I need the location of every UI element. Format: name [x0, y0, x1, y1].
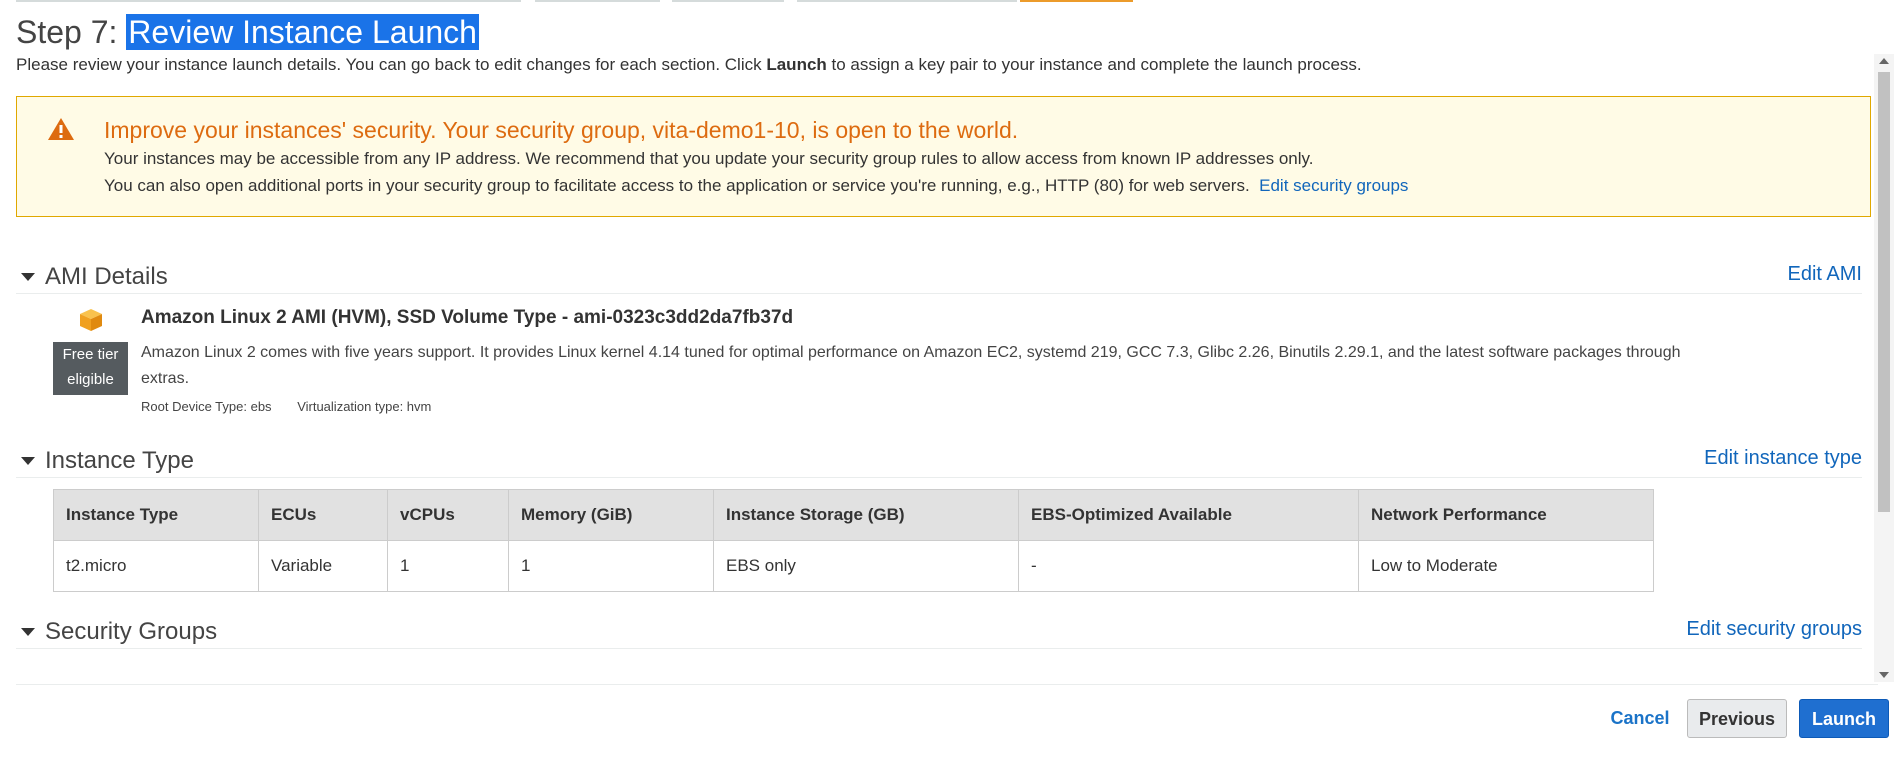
progress-segment	[535, 0, 660, 2]
column-header: Memory (GiB)	[508, 489, 714, 541]
progress-segment	[16, 0, 521, 2]
cube-icon	[78, 307, 104, 338]
page-description: Please review your instance launch detai…	[16, 55, 1362, 75]
table-cell: 1	[508, 540, 714, 592]
column-header: Instance Storage (GB)	[713, 489, 1019, 541]
table-cell: 1	[387, 540, 509, 592]
column-header: ECUs	[258, 489, 388, 541]
column-header: Network Performance	[1358, 489, 1654, 541]
ami-name: Amazon Linux 2 AMI (HVM), SSD Volume Typ…	[141, 307, 794, 328]
progress-segment	[797, 0, 1017, 2]
ami-details-section-header[interactable]: AMI Details Edit AMI	[16, 263, 1862, 294]
ami-metadata: Root Device Type: ebs Virtualization typ…	[141, 399, 453, 414]
edit-ami-link[interactable]: Edit AMI	[1788, 263, 1862, 286]
step-prefix: Step 7:	[16, 14, 127, 50]
security-warning-banner: Improve your instances' security. Your s…	[16, 96, 1871, 217]
table-cell: EBS only	[713, 540, 1019, 592]
wizard-progress-strip	[0, 0, 1896, 3]
progress-segment	[672, 0, 784, 2]
edit-security-groups-link[interactable]: Edit security groups	[1259, 176, 1408, 195]
scroll-up-arrow-icon[interactable]	[1879, 58, 1889, 64]
section-title-security-groups: Security Groups	[45, 618, 218, 645]
scrollbar-thumb[interactable]	[1878, 72, 1890, 512]
table-cell: Low to Moderate	[1358, 540, 1654, 592]
free-tier-badge: Free tier eligible	[53, 342, 128, 395]
section-title-instance-type: Instance Type	[45, 447, 194, 474]
collapse-caret-icon[interactable]	[21, 628, 35, 636]
collapse-caret-icon[interactable]	[21, 457, 35, 465]
warning-line-2: You can also open additional ports in yo…	[104, 176, 1408, 196]
edit-instance-type-link[interactable]: Edit instance type	[1704, 447, 1862, 470]
ami-description: Amazon Linux 2 comes with five years sup…	[141, 344, 1681, 387]
table-cell: t2.micro	[53, 540, 259, 592]
progress-segment-active	[1020, 0, 1133, 2]
warning-headline: Improve your instances' security. Your s…	[104, 117, 1019, 143]
footer-divider	[16, 684, 1878, 685]
section-title-ami: AMI Details	[45, 263, 168, 290]
badge-line-1: Free tier	[62, 346, 119, 363]
column-header: EBS-Optimized Available	[1018, 489, 1359, 541]
warning-triangle-icon	[47, 117, 75, 146]
page-title: Step 7: Review Instance Launch	[16, 14, 479, 51]
badge-line-2: eligible	[67, 371, 114, 388]
description-bold: Launch	[766, 55, 827, 74]
scroll-down-arrow-icon[interactable]	[1879, 672, 1889, 678]
table-header-row: Instance Type ECUs vCPUs Memory (GiB) In…	[53, 489, 1654, 541]
description-text: Please review your instance launch detai…	[16, 55, 767, 74]
table-cell: Variable	[258, 540, 388, 592]
previous-button[interactable]: Previous	[1687, 699, 1787, 738]
description-text-end: to assign a key pair to your instance an…	[826, 55, 1362, 74]
root-device-type: Root Device Type: ebs	[141, 399, 272, 414]
warning-line-1: Your instances may be accessible from an…	[104, 149, 1314, 168]
column-header: Instance Type	[53, 489, 259, 541]
instance-type-table: Instance Type ECUs vCPUs Memory (GiB) In…	[53, 489, 1654, 592]
launch-button[interactable]: Launch	[1799, 699, 1889, 738]
collapse-caret-icon[interactable]	[21, 273, 35, 281]
step-title: Review Instance Launch	[126, 14, 479, 50]
column-header: vCPUs	[387, 489, 509, 541]
cancel-button[interactable]: Cancel	[1604, 699, 1676, 738]
edit-security-groups-section-link[interactable]: Edit security groups	[1686, 618, 1862, 641]
vertical-scrollbar[interactable]	[1874, 54, 1894, 682]
instance-type-section-header[interactable]: Instance Type Edit instance type	[16, 447, 1862, 478]
security-groups-section-header[interactable]: Security Groups Edit security groups	[16, 618, 1862, 649]
warning-line-2-text: You can also open additional ports in yo…	[104, 176, 1250, 195]
table-cell: -	[1018, 540, 1359, 592]
table-row: t2.micro Variable 1 1 EBS only - Low to …	[53, 540, 1654, 592]
virtualization-type: Virtualization type: hvm	[297, 399, 432, 414]
